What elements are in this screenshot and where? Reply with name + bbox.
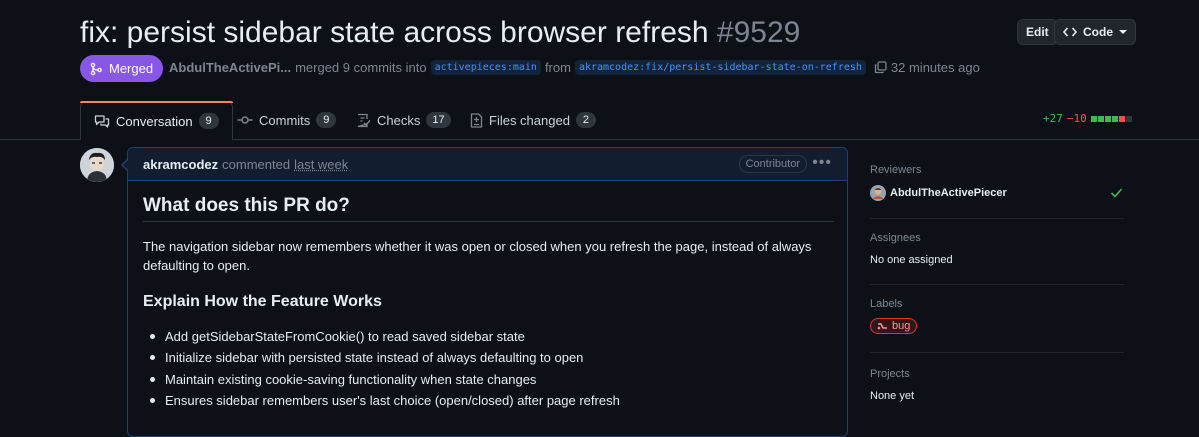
- reviewer-name[interactable]: AbdulTheActivePiecer: [890, 187, 1007, 199]
- sidebar-divider: [870, 218, 1124, 219]
- comment-verb: commented: [222, 156, 291, 172]
- edit-button[interactable]: Edit: [1017, 19, 1058, 45]
- tab-commits-label: Commits: [259, 112, 311, 128]
- comment-heading-2: Explain How the Feature Works: [143, 293, 382, 310]
- caret-down-icon: [1119, 29, 1127, 35]
- pr-title-text: fix: persist sidebar state across browse…: [80, 16, 709, 49]
- diffstat-square: [1118, 115, 1125, 122]
- diffstat-square: [1097, 115, 1104, 122]
- sidebar-divider: [870, 284, 1124, 285]
- diffstat-square: [1090, 115, 1097, 122]
- tab-checks-count: 17: [426, 112, 451, 128]
- list-item: Add getSidebarStateFromCookie() to read …: [143, 326, 620, 347]
- commit-icon: [237, 114, 253, 126]
- list-item: Ensures sidebar remembers user's last ch…: [143, 390, 620, 411]
- from-text: from: [544, 60, 571, 75]
- list-item: Maintain existing cookie-saving function…: [143, 369, 620, 390]
- pr-number: #9529: [716, 16, 801, 49]
- code-button-label: Code: [1083, 25, 1113, 39]
- commenter-avatar[interactable]: [80, 148, 114, 182]
- file-diff-icon: [470, 112, 483, 128]
- reviewer-avatar[interactable]: [870, 185, 886, 201]
- diffstat: +27 −10: [1043, 112, 1132, 125]
- base-branch[interactable]: activepieces:main: [430, 60, 541, 75]
- copy-icon[interactable]: [874, 61, 887, 74]
- conversation-icon: [94, 114, 110, 129]
- merger-link[interactable]: AbdulTheActivePi...: [169, 60, 291, 75]
- merge-icon: [89, 62, 103, 76]
- head-branch[interactable]: akramcodez:fix/persist-sidebar-state-on-…: [574, 60, 866, 75]
- comment-heading-1: What does this PR do?: [143, 195, 350, 216]
- code-icon: [1063, 26, 1077, 38]
- feature-list: Add getSidebarStateFromCookie() to read …: [143, 326, 620, 411]
- merged-status-badge: Merged: [80, 55, 164, 82]
- merge-time: 32 minutes ago: [890, 60, 980, 75]
- contributor-badge: Contributor: [738, 155, 807, 173]
- diffstat-square: [1111, 115, 1118, 122]
- kebab-menu-icon[interactable]: •••: [812, 155, 832, 171]
- diffstat-additions: +27: [1043, 112, 1063, 125]
- heading-rule: [143, 221, 834, 222]
- tab-conversation-count: 9: [198, 113, 219, 129]
- projects-value: None yet: [870, 390, 915, 402]
- reviewers-heading[interactable]: Reviewers: [870, 164, 921, 176]
- approved-check-icon: [1110, 186, 1123, 199]
- pr-title: fix: persist sidebar state across browse…: [80, 14, 800, 52]
- comment-header: akramcodez commented last week Contribut…: [128, 148, 847, 181]
- tab-checks[interactable]: Checks 17: [356, 101, 451, 139]
- checklist-icon: [356, 113, 371, 128]
- comment-timestamp[interactable]: last week: [294, 157, 348, 172]
- comment-author[interactable]: akramcodez: [143, 157, 218, 172]
- edit-button-label: Edit: [1026, 25, 1049, 39]
- labels-heading[interactable]: Labels: [870, 298, 902, 310]
- label-bug[interactable]: bug: [870, 318, 918, 334]
- diffstat-square: [1125, 115, 1132, 122]
- sidebar-divider: [870, 352, 1124, 353]
- merged-label: Merged: [109, 61, 154, 76]
- label-bug-text: bug: [892, 320, 911, 332]
- tab-commits-count: 9: [316, 112, 337, 128]
- tab-checks-label: Checks: [377, 112, 421, 128]
- assignees-value: No one assigned: [870, 254, 953, 266]
- pr-meta: AbdulTheActivePi... merged 9 commits int…: [169, 60, 980, 75]
- comment-pointer-fill: [123, 159, 129, 171]
- diffstat-deletions: −10: [1066, 112, 1087, 125]
- code-button[interactable]: Code: [1054, 19, 1136, 45]
- diffstat-square: [1104, 115, 1111, 122]
- tab-files-changed[interactable]: Files changed 2: [470, 101, 596, 139]
- assignees-heading[interactable]: Assignees: [870, 232, 921, 244]
- projects-heading[interactable]: Projects: [870, 368, 910, 380]
- tab-commits[interactable]: Commits 9: [237, 101, 337, 139]
- diffstat-bar: [1090, 115, 1132, 122]
- tab-files-changed-label: Files changed: [489, 112, 570, 128]
- tab-conversation-label: Conversation: [116, 113, 193, 129]
- tab-conversation[interactable]: Conversation 9: [80, 101, 233, 140]
- merge-text: merged 9 commits into: [295, 60, 427, 75]
- comment-paragraph: The navigation sidebar now remembers whe…: [143, 239, 812, 273]
- tab-files-changed-count: 2: [575, 112, 596, 128]
- reviewer-row: AbdulTheActivePiecer: [870, 185, 1007, 201]
- bug-icon: [877, 322, 888, 331]
- list-item: Initialize sidebar with persisted state …: [143, 347, 620, 368]
